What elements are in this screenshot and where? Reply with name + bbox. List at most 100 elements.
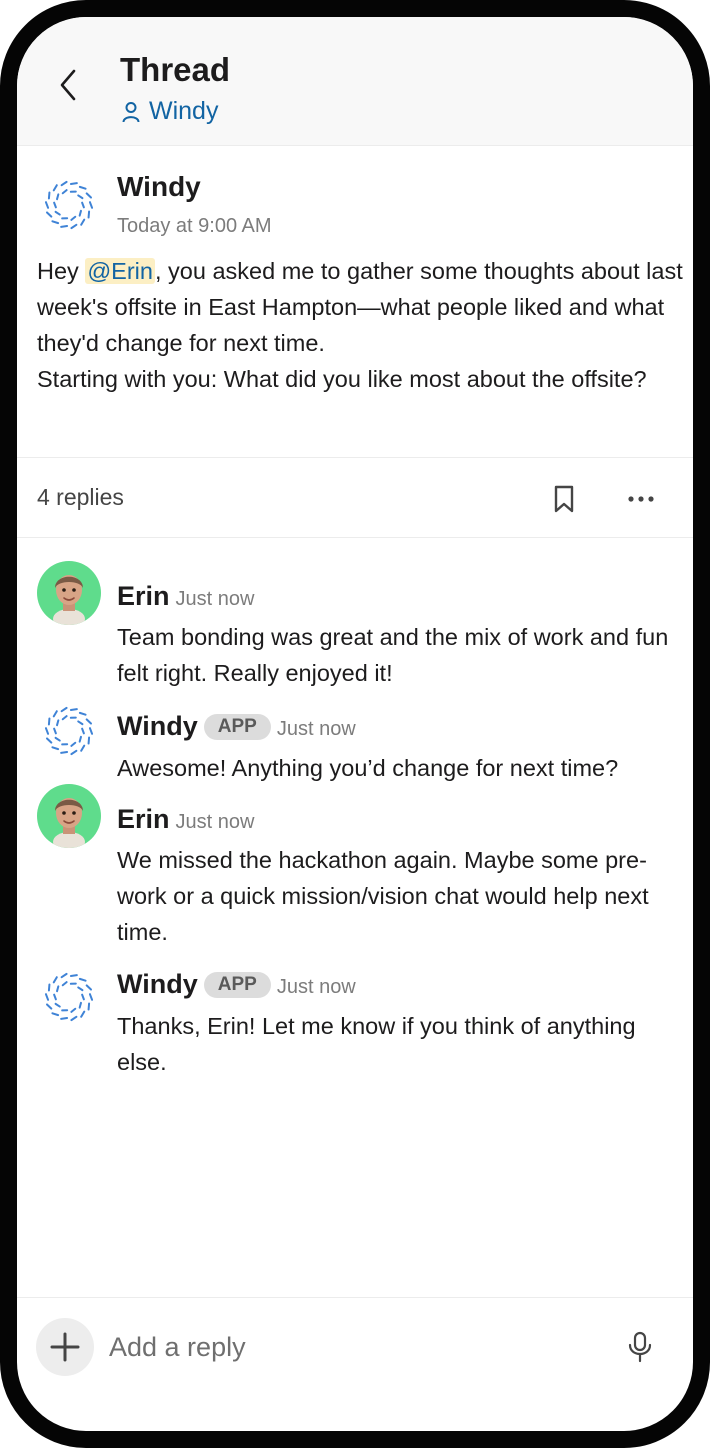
logo-dash (52, 184, 58, 192)
logo-dash (61, 715, 68, 721)
page-title: Thread (120, 51, 231, 88)
logo-dash (51, 1012, 60, 1017)
bookmark-icon[interactable] (553, 485, 575, 513)
logo-dash (60, 1017, 69, 1020)
logo-dash (56, 719, 60, 727)
reply-timestamp: Just now (175, 811, 255, 833)
reply-author[interactable]: Erin (117, 804, 170, 834)
logo-dash (87, 736, 91, 745)
app-badge: APP (203, 972, 271, 998)
erin-avatar[interactable] (37, 784, 101, 848)
reply-author[interactable]: Windy (117, 969, 198, 999)
logo-dash (77, 986, 84, 992)
plus-icon (50, 1332, 80, 1362)
logo-dash (87, 1002, 91, 1011)
message-body: Hey @Erin, you asked me to gather some t… (37, 253, 687, 397)
user-mention[interactable]: @Erin (85, 258, 155, 284)
logo-dash (81, 727, 85, 735)
logo-dash (47, 191, 51, 200)
erin-avatar[interactable] (37, 561, 101, 625)
logo-dash (88, 727, 94, 735)
more-options-icon[interactable] (627, 485, 655, 513)
reply-author-line: Erin Just now (117, 804, 254, 835)
logo-dash (56, 193, 60, 201)
logo-dash (54, 1002, 61, 1008)
person-icon (122, 101, 140, 122)
thread-header: Thread Windy (17, 17, 693, 146)
logo-dash (47, 983, 51, 992)
logo-dash (77, 720, 84, 726)
reply-text: Awesome! Anything you’d change for next … (117, 755, 619, 781)
logo-dash (87, 210, 91, 219)
reply-author-line: Windy APP Just now (117, 969, 356, 1000)
message-text: Hey (37, 258, 86, 284)
logo-dash (78, 977, 87, 982)
logo-dash (60, 751, 69, 754)
logo-dash (54, 736, 61, 742)
logo-dash (44, 993, 50, 1001)
logo-dash (44, 201, 50, 209)
logo-dash (85, 718, 92, 725)
logo-dash (61, 981, 68, 987)
memoji-face-icon (53, 575, 85, 625)
add-attachment-button[interactable] (36, 1318, 94, 1376)
reply-author[interactable]: Windy (117, 711, 198, 741)
logo-dash (53, 727, 57, 735)
reply-text: Thanks, Erin! Let me know if you think o… (117, 1013, 636, 1075)
logo-dash (78, 209, 82, 217)
channel-name[interactable]: Windy (149, 97, 218, 126)
logo-dash (60, 225, 69, 228)
message-author[interactable]: Windy (117, 171, 201, 203)
logo-dash (46, 737, 53, 744)
logo-dash (44, 727, 50, 735)
logo-dash (52, 710, 58, 718)
logo-dash (88, 993, 94, 1001)
logo-dash (70, 741, 77, 747)
reply-count: 4 replies (37, 484, 124, 510)
logo-dash (85, 192, 92, 199)
back-chevron-icon[interactable] (57, 67, 79, 103)
logo-dash (78, 185, 87, 190)
windy-avatar-icon[interactable] (41, 703, 97, 759)
logo-dash (88, 201, 94, 209)
reply-author[interactable]: Erin (117, 581, 170, 611)
reply-input[interactable]: Add a reply (109, 1332, 246, 1363)
logo-dash (77, 194, 84, 200)
logo-dash (70, 1015, 78, 1022)
phone-frame: Thread Windy Windy Today at 9:00 AM Hey … (0, 0, 710, 1448)
reply-timestamp: Just now (276, 976, 356, 998)
channel-link[interactable]: Windy (122, 97, 218, 126)
thread-actions-bar: 4 replies (17, 457, 693, 538)
logo-dash (70, 223, 78, 230)
logo-dash (85, 984, 92, 991)
logo-dash (46, 211, 53, 218)
logo-dash (47, 717, 51, 726)
message-text: Starting with you: What did you like mos… (37, 366, 647, 392)
reply-timestamp: Just now (276, 718, 356, 740)
reply-text: We missed the hackathon again. Maybe som… (117, 847, 649, 945)
logo-dash (70, 749, 78, 756)
logo-dash (46, 1003, 53, 1010)
logo-dash (56, 985, 60, 993)
logo-dash (54, 210, 61, 216)
reply-composer: Add a reply (17, 1297, 693, 1418)
logo-dash (61, 189, 68, 195)
logo-dash (52, 976, 58, 984)
reply-timestamp: Just now (175, 588, 255, 610)
logo-dash (53, 993, 57, 1001)
app-badge: APP (203, 714, 271, 740)
logo-dash (51, 746, 60, 751)
logo-dash (51, 220, 60, 225)
message-timestamp: Today at 9:00 AM (117, 215, 272, 237)
logo-dash (60, 972, 68, 979)
logo-dash (69, 182, 78, 185)
microphone-icon[interactable] (627, 1331, 653, 1363)
windy-avatar-icon[interactable] (41, 177, 97, 233)
windy-avatar-icon[interactable] (41, 969, 97, 1025)
logo-dash (78, 711, 87, 716)
logo-dash (80, 744, 86, 752)
logo-dash (69, 974, 78, 977)
parent-message: Windy Today at 9:00 AM Hey @Erin, you as… (17, 145, 693, 458)
memoji-face-icon (53, 798, 85, 848)
logo-dash (81, 201, 85, 209)
